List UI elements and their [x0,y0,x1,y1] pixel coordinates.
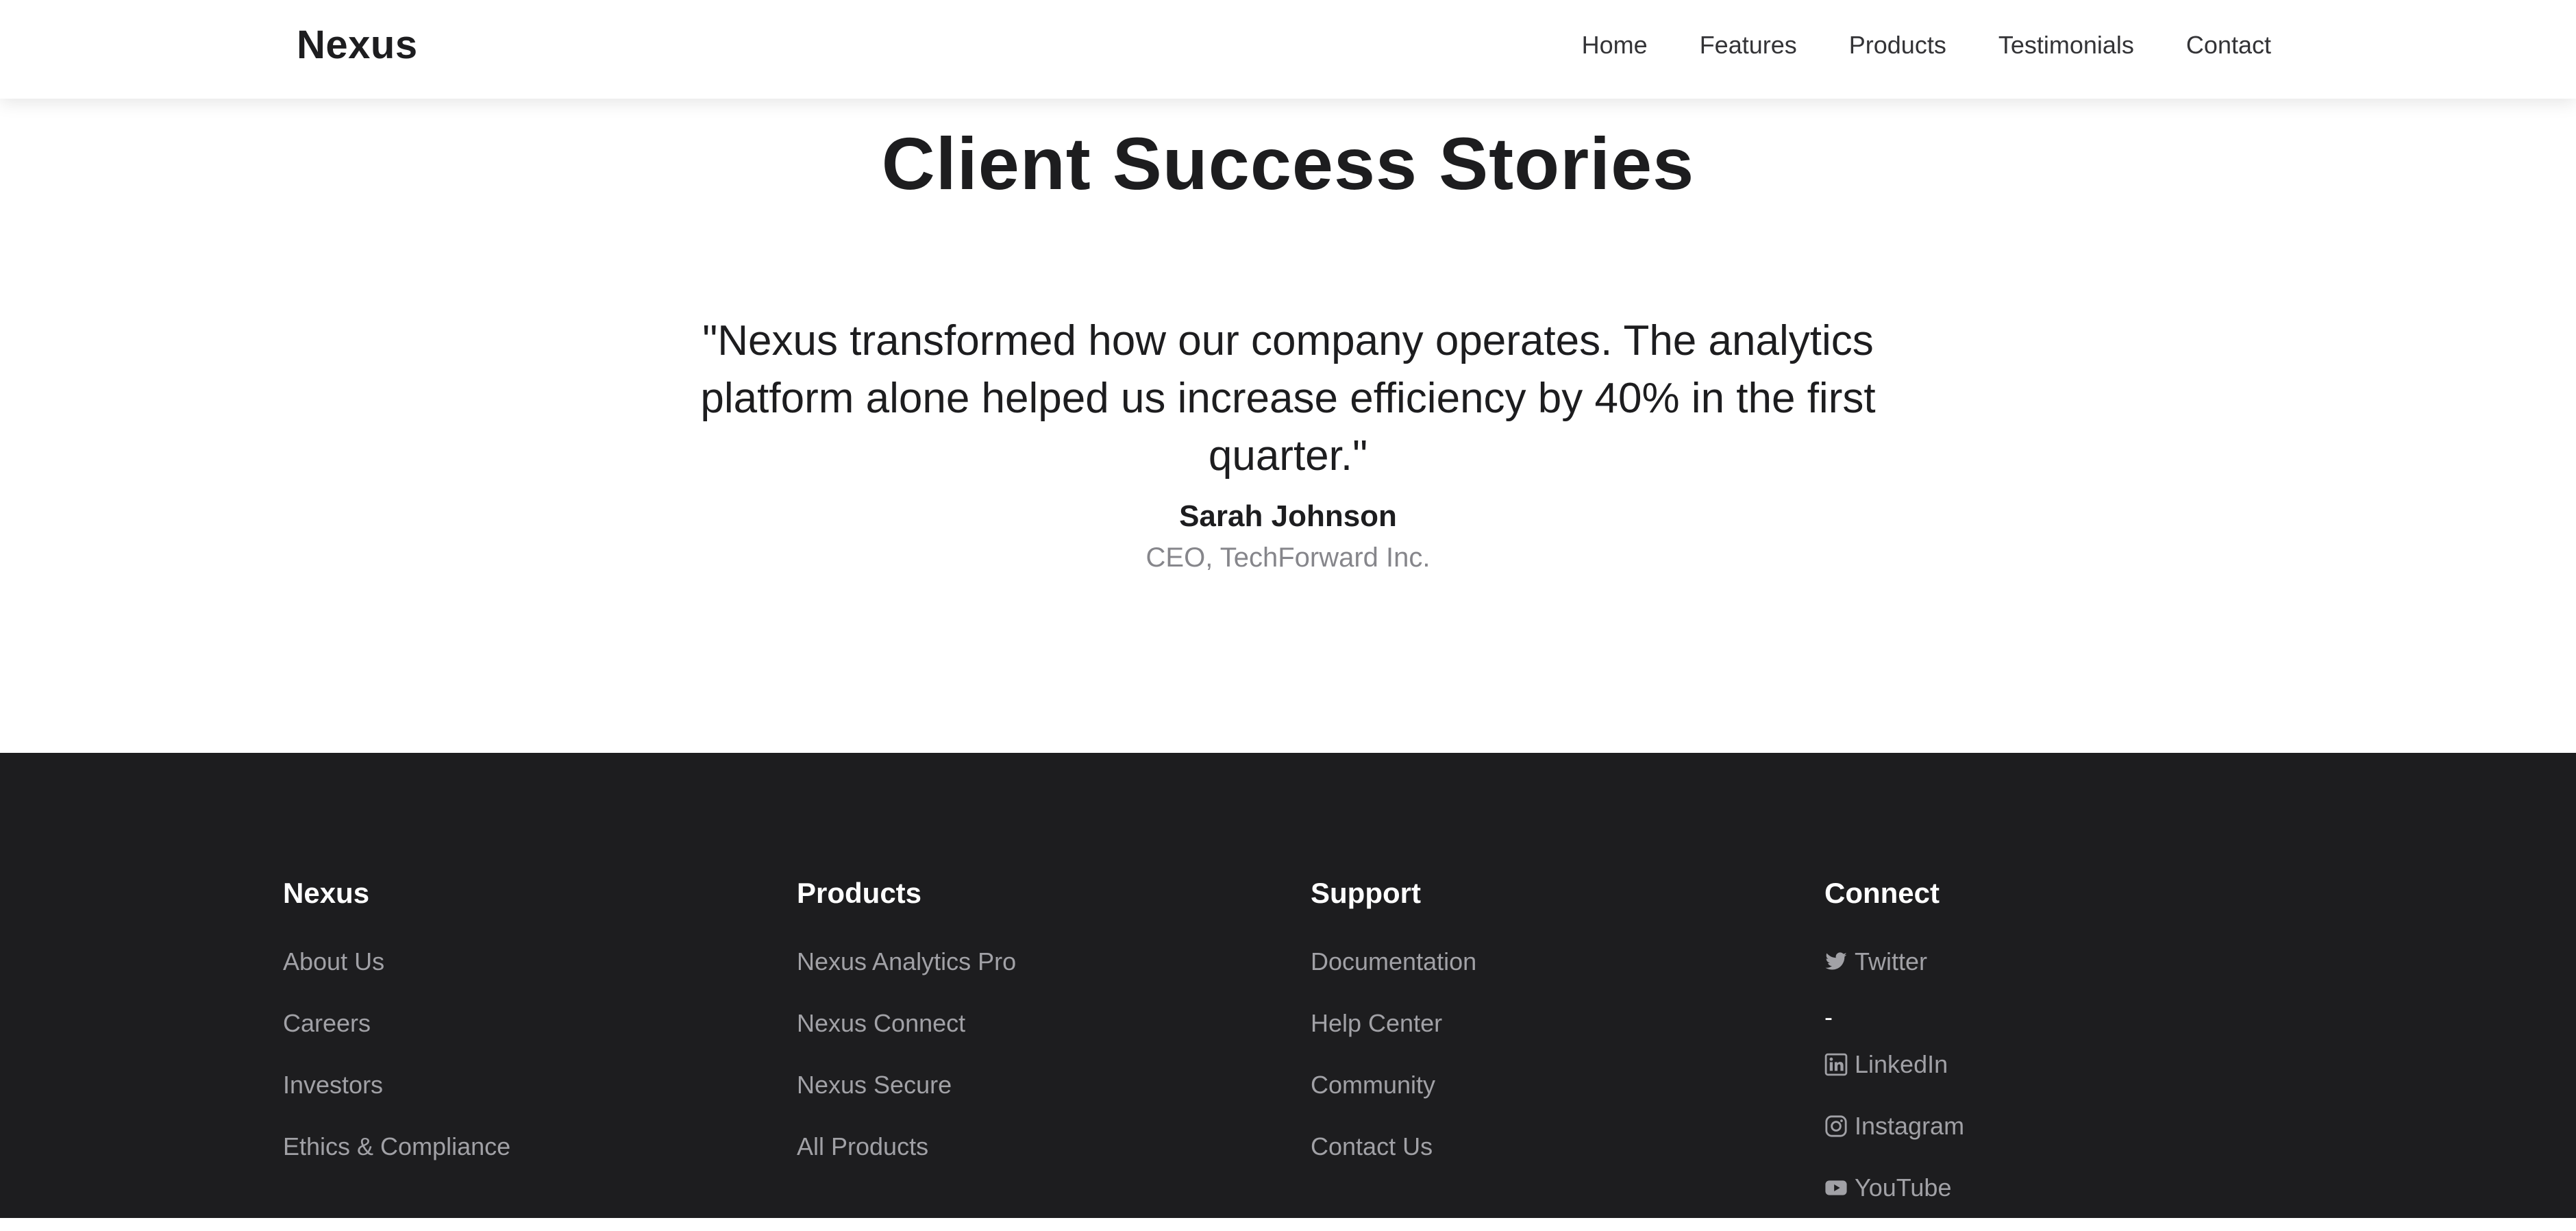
footer-column-connect: Connect Twitter - LinkedIn Instagram You… [1824,875,2304,1231]
brand-logo[interactable]: Nexus [297,21,418,70]
nav-link-features[interactable]: Features [1700,31,1797,60]
footer-link-secure[interactable]: Nexus Secure [797,1067,952,1104]
footer-link-help-center[interactable]: Help Center [1311,1005,1442,1042]
nav-link-testimonials[interactable]: Testimonials [1998,31,2134,60]
nav-link-products[interactable]: Products [1849,31,1946,60]
instagram-icon [1825,1115,1847,1137]
twitter-icon [1825,952,1847,970]
social-separator: - [1824,1003,1833,1031]
footer-link-connect[interactable]: Nexus Connect [797,1005,965,1042]
social-link-youtube[interactable]: YouTube [1824,1169,1951,1206]
footer-column-support: Support Documentation Help Center Commun… [1311,875,1790,1190]
social-link-label: YouTube [1855,1173,1952,1202]
footer-link-list: Nexus Analytics Pro Nexus Connect Nexus … [797,943,1276,1190]
youtube-icon [1825,1180,1847,1195]
footer-column-products: Products Nexus Analytics Pro Nexus Conne… [797,875,1276,1190]
footer-heading: Products [797,877,922,909]
footer-link-contact-us[interactable]: Contact Us [1311,1128,1433,1165]
footer-heading: Connect [1824,877,1940,909]
author-name: Sarah Johnson [1179,499,1397,533]
footer-heading: Support [1311,877,1421,909]
main-nav: Home Features Products Testimonials Cont… [1582,0,2271,90]
social-link-label: Instagram [1855,1112,1965,1140]
footer-link-all-products[interactable]: All Products [797,1128,928,1165]
footer-heading: Nexus [283,877,370,909]
social-link-linkedin[interactable]: LinkedIn [1824,1046,1948,1083]
social-link-list: Twitter - LinkedIn Instagram YouTube [1824,943,2304,1231]
author-title: CEO, TechForward Inc. [1145,543,1431,573]
nav-link-contact[interactable]: Contact [2186,31,2271,60]
social-link-twitter[interactable]: Twitter [1824,943,1927,980]
footer-column-nexus: Nexus About Us Careers Investors Ethics … [283,875,763,1190]
footer-link-about-us[interactable]: About Us [283,943,384,980]
footer-link-list: Documentation Help Center Community Cont… [1311,943,1790,1190]
footer-link-documentation[interactable]: Documentation [1311,943,1476,980]
footer-link-analytics-pro[interactable]: Nexus Analytics Pro [797,943,1016,980]
social-link-instagram[interactable]: Instagram [1824,1108,1964,1145]
site-footer: Nexus About Us Careers Investors Ethics … [0,753,2576,1218]
site-header: Nexus Home Features Products Testimonial… [0,0,2576,99]
footer-link-careers[interactable]: Careers [283,1005,371,1042]
linkedin-icon [1824,1053,1848,1076]
section-title: Client Success Stories [881,122,1695,205]
testimonial-quote: "Nexus transformed how our company opera… [700,317,1876,480]
testimonial-section: Client Success Stories "Nexus transforme… [0,99,2576,753]
footer-link-list: About Us Careers Investors Ethics & Comp… [283,943,763,1190]
footer-link-investors[interactable]: Investors [283,1067,383,1104]
footer-link-community[interactable]: Community [1311,1067,1435,1104]
footer-link-ethics[interactable]: Ethics & Compliance [283,1128,510,1165]
social-link-label: Twitter [1855,947,1928,975]
nav-link-home[interactable]: Home [1582,31,1648,60]
social-link-label: LinkedIn [1855,1050,1948,1078]
